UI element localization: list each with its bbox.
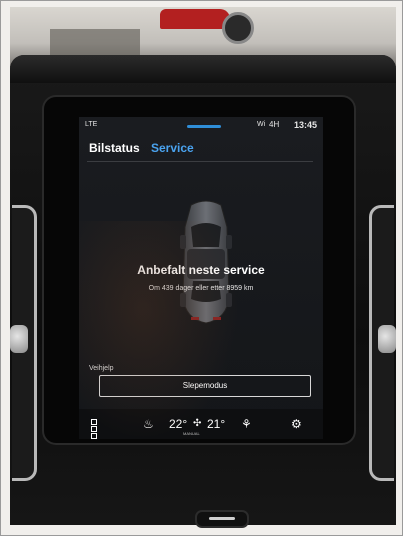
home-button[interactable]: [195, 510, 249, 528]
status-bar: LTE Wi 4H 13:45: [79, 117, 323, 135]
settings-gear-icon[interactable]: ⚙: [291, 417, 302, 431]
tab-divider: [87, 161, 313, 162]
fan-icon[interactable]: ✣: [193, 418, 201, 429]
left-vent-knob[interactable]: [10, 325, 28, 353]
garage-shelf: [50, 29, 140, 55]
right-temperature[interactable]: 21°: [207, 417, 225, 431]
tire-background: [222, 12, 254, 44]
wifi-icon: Wi: [257, 121, 266, 128]
clock: 13:45: [293, 120, 317, 130]
red-car-background: [160, 9, 230, 29]
signal-indicator: LTE: [85, 121, 98, 128]
car-top-view-icon: [180, 200, 232, 324]
roadside-help-label: Veihjelp: [89, 365, 114, 372]
fan-mode-label: MANUAL: [183, 431, 200, 436]
drag-handle-pill[interactable]: [187, 125, 221, 128]
left-temperature[interactable]: 22°: [169, 417, 187, 431]
service-headline: Anbefalt neste service: [137, 263, 265, 277]
home-grid-icon[interactable]: [91, 419, 103, 439]
seat-heat-icon[interactable]: ♨: [143, 417, 154, 431]
service-detail: Om 439 dager eller etter 8959 km: [148, 285, 254, 292]
tab-bilstatus[interactable]: Bilstatus: [89, 141, 140, 155]
right-vent-knob[interactable]: [378, 325, 396, 353]
dashboard-top-lip: [10, 55, 396, 83]
photo-frame: LTE Wi 4H 13:45 Bilstatus Service Anbefa…: [0, 0, 403, 536]
steering-heat-icon[interactable]: ⚘: [241, 417, 252, 431]
tab-service[interactable]: Service: [151, 141, 194, 155]
climate-bar: ♨ 22° ✣ MANUAL 21° ⚘ ⚙: [79, 409, 323, 439]
outside-temperature: 4H: [269, 120, 280, 129]
tow-mode-button[interactable]: Slepemodus: [99, 375, 311, 397]
infotainment-screen: LTE Wi 4H 13:45 Bilstatus Service Anbefa…: [79, 117, 323, 439]
